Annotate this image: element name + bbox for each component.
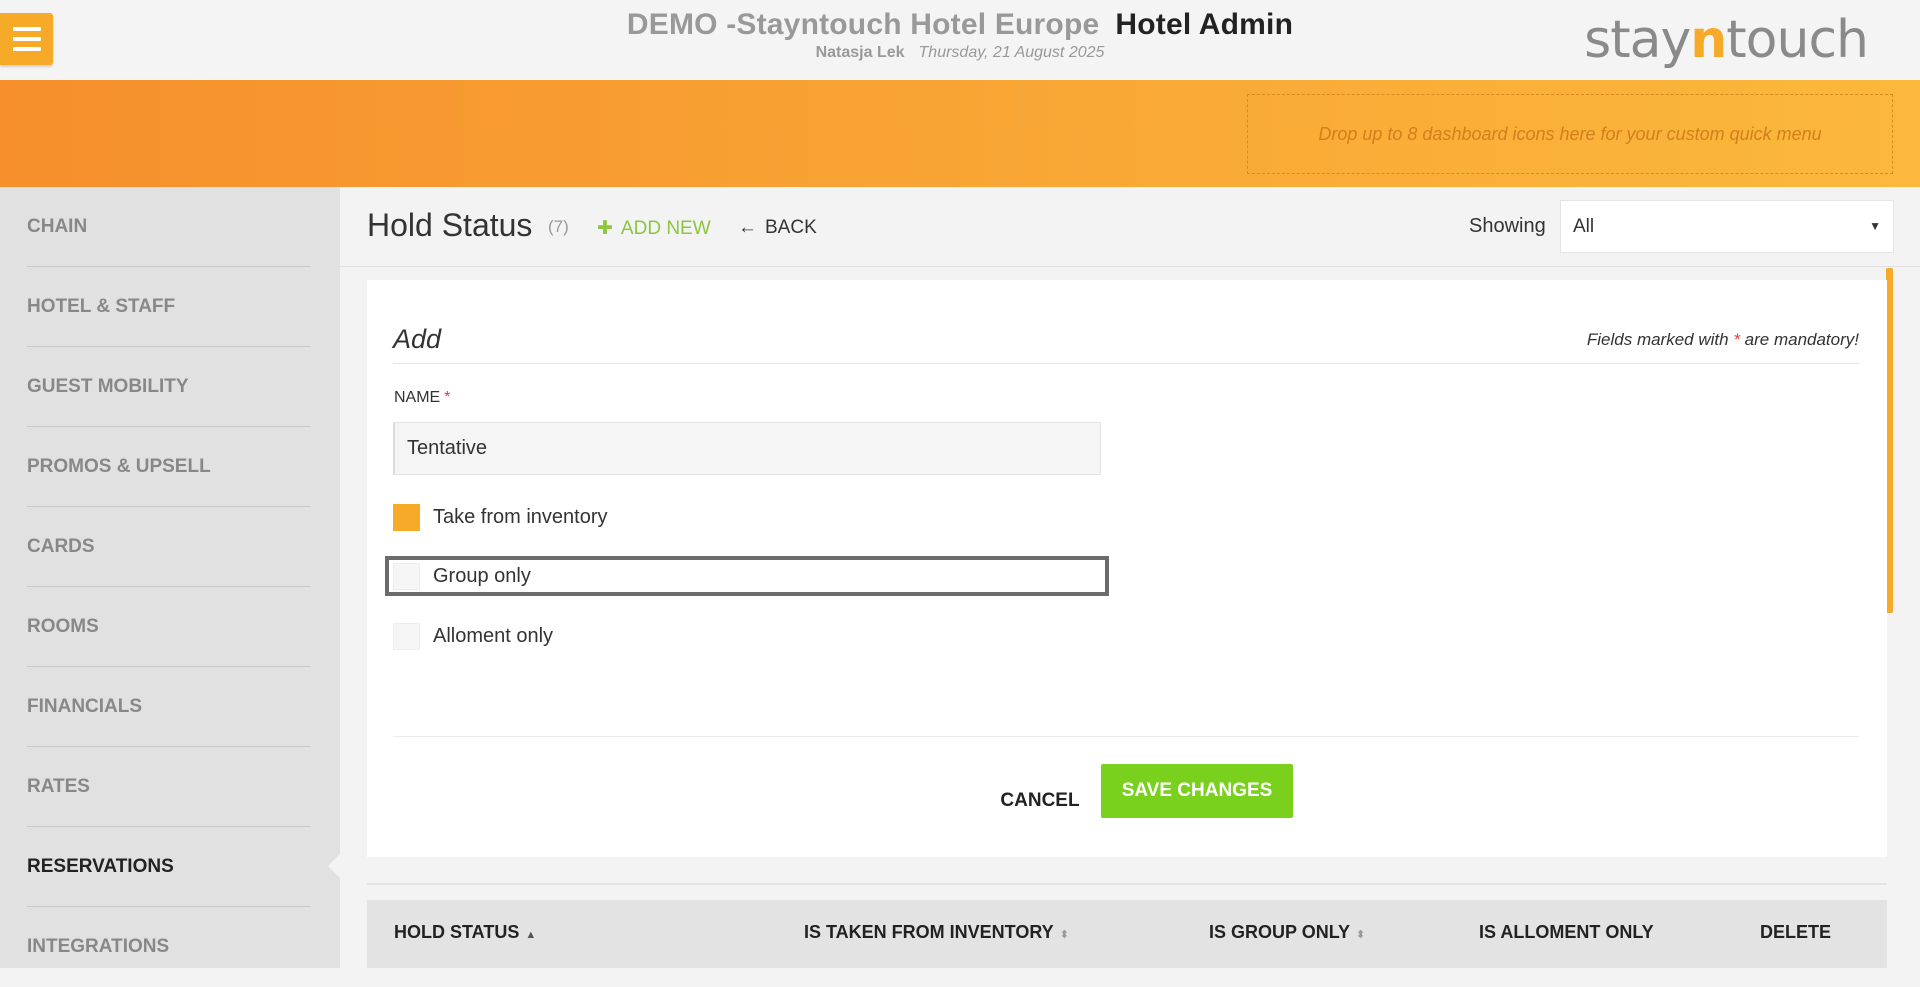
- logo-text-stay: stay: [1584, 10, 1691, 70]
- sidebar-item-hotel-staff[interactable]: HOTEL & STAFF: [27, 267, 311, 347]
- column-is-group-only[interactable]: IS GROUP ONLY ⬍: [1209, 922, 1365, 943]
- mandatory-prefix: Fields marked with: [1586, 330, 1734, 349]
- checkbox-label: Group only: [433, 564, 531, 587]
- alloment-only-checkbox[interactable]: Alloment only: [393, 621, 553, 651]
- app-name: Hotel Admin: [1115, 8, 1294, 41]
- column-label: IS TAKEN FROM INVENTORY: [804, 922, 1054, 942]
- showing-select[interactable]: All ▼: [1560, 200, 1894, 253]
- divider: [393, 736, 1859, 737]
- sort-icon: ⬍: [1059, 929, 1069, 941]
- divider: [393, 363, 1859, 364]
- user-name: Natasja Lek: [815, 44, 905, 61]
- add-form-card: Add Fields marked with * are mandatory! …: [367, 280, 1887, 857]
- sidebar-item-rates[interactable]: RATES: [27, 747, 311, 827]
- add-new-button[interactable]: ✚ ADD NEW: [597, 217, 711, 240]
- back-button[interactable]: ← BACK: [738, 217, 817, 239]
- stayntouch-logo: stayntouch: [1584, 10, 1869, 70]
- column-delete: DELETE: [1760, 922, 1831, 943]
- back-label: BACK: [765, 217, 817, 238]
- arrow-left-icon: ←: [738, 217, 757, 238]
- required-star: *: [1733, 330, 1740, 349]
- column-is-alloment-only: IS ALLOMENT ONLY: [1479, 922, 1654, 943]
- active-item-pointer: [328, 854, 340, 878]
- mandatory-note: Fields marked with * are mandatory!: [1587, 330, 1859, 350]
- item-count: (7): [548, 217, 569, 236]
- page-header: Hold Status (7) ✚ ADD NEW ← BACK Showing A…: [340, 187, 1920, 267]
- quick-menu-dropzone[interactable]: Drop up to 8 dashboard icons here for yo…: [1247, 94, 1893, 174]
- table-header: HOLD STATUS ▲ IS TAKEN FROM INVENTORY ⬍ IS…: [367, 900, 1887, 968]
- current-date: Thursday, 21 August 2025: [918, 44, 1105, 61]
- checkbox-box[interactable]: [393, 503, 420, 531]
- top-bar: DEMO -Stayntouch Hotel Europe Hotel Admin…: [0, 0, 1920, 80]
- sort-asc-icon: ▲: [525, 929, 537, 941]
- column-label: DELETE: [1760, 922, 1832, 942]
- required-star: *: [444, 389, 451, 406]
- add-new-label: ADD NEW: [620, 218, 711, 239]
- sidebar-item-reservations[interactable]: RESERVATIONS: [27, 827, 311, 907]
- sidebar-item-promos-upsell[interactable]: PROMOS & UPSELL: [27, 427, 311, 507]
- sidebar-item-chain[interactable]: CHAIN: [27, 187, 311, 267]
- name-label: NAME *: [394, 389, 450, 407]
- sidebar-item-rooms[interactable]: ROOMS: [27, 587, 311, 667]
- logo-text-touch: touch: [1726, 10, 1869, 70]
- column-label: IS ALLOMENT ONLY: [1479, 922, 1654, 942]
- column-hold-status[interactable]: HOLD STATUS ▲: [394, 922, 536, 943]
- name-label-text: NAME: [394, 389, 441, 406]
- sidebar-item-cards[interactable]: CARDS: [27, 507, 311, 587]
- checkbox-box[interactable]: [393, 562, 420, 590]
- sidebar-item-guest-mobility[interactable]: GUEST MOBILITY: [27, 347, 311, 427]
- column-label: HOLD STATUS: [394, 922, 520, 942]
- mandatory-suffix: are mandatory!: [1739, 330, 1859, 349]
- name-input[interactable]: [393, 422, 1101, 475]
- checkbox-label: Alloment only: [433, 624, 554, 647]
- plus-icon: ✚: [597, 218, 613, 239]
- sort-icon: ⬍: [1356, 929, 1366, 941]
- sidebar: CHAIN HOTEL & STAFF GUEST MOBILITY PROMO…: [0, 187, 340, 968]
- save-changes-button[interactable]: SAVE CHANGES: [1101, 764, 1293, 818]
- showing-value: All: [1573, 215, 1595, 237]
- column-is-taken-from-inventory[interactable]: IS TAKEN FROM INVENTORY ⬍: [804, 922, 1069, 943]
- logo-text-n: n: [1690, 10, 1727, 70]
- page-title: Hold Status: [367, 207, 533, 243]
- group-only-checkbox[interactable]: Group only: [393, 561, 531, 591]
- column-label: IS GROUP ONLY: [1209, 922, 1351, 942]
- cancel-button[interactable]: CANCEL: [987, 778, 1093, 824]
- quick-menu-banner: Drop up to 8 dashboard icons here for yo…: [0, 80, 1920, 187]
- showing-label: Showing: [1469, 215, 1546, 237]
- checkbox-label: Take from inventory: [433, 505, 608, 528]
- scrollbar-thumb[interactable]: [1886, 268, 1893, 613]
- take-from-inventory-checkbox[interactable]: Take from inventory: [393, 502, 608, 532]
- sidebar-item-integrations[interactable]: INTEGRATIONS: [27, 907, 311, 987]
- hotel-name: DEMO -Stayntouch Hotel Europe: [626, 8, 1100, 41]
- sidebar-item-financials[interactable]: FINANCIALS: [27, 667, 311, 747]
- form-title: Add: [393, 324, 442, 354]
- divider: [367, 883, 1887, 885]
- checkbox-box[interactable]: [393, 622, 420, 650]
- caret-down-icon: ▼: [1869, 219, 1881, 233]
